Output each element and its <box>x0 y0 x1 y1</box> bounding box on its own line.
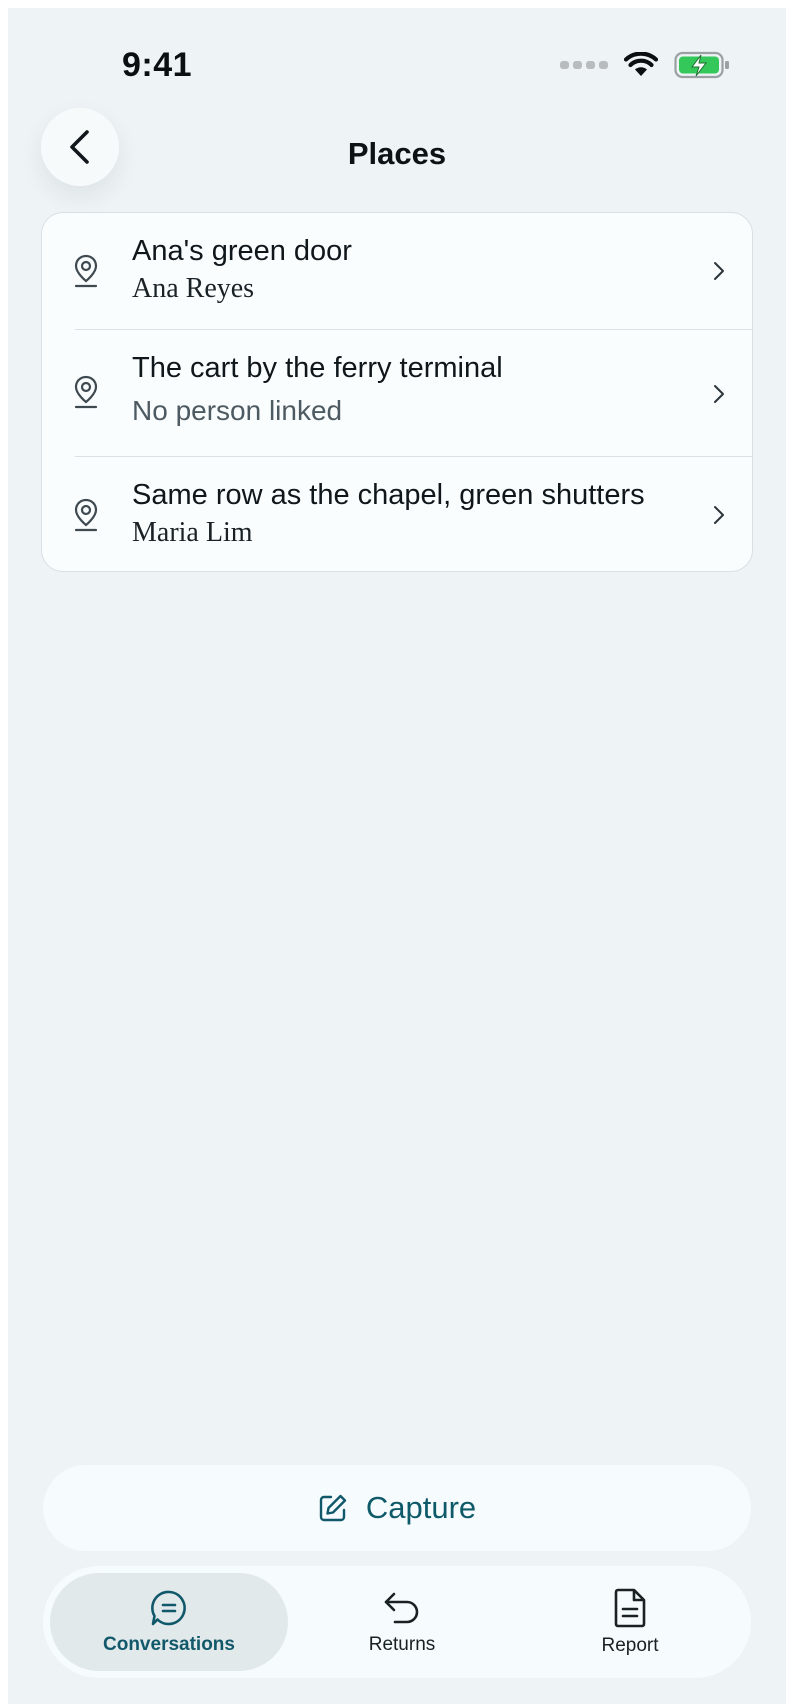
tab-report[interactable]: Report <box>516 1573 744 1671</box>
chevron-right-icon <box>714 385 724 403</box>
tab-returns[interactable]: Returns <box>288 1573 516 1671</box>
wifi-icon <box>624 52 658 76</box>
place-row[interactable]: Ana's green door Ana Reyes <box>42 213 752 329</box>
cellular-signal-icon <box>560 61 608 69</box>
battery-charging-icon <box>674 51 729 79</box>
map-pin-icon <box>74 498 98 532</box>
place-title: Same row as the chapel, green shutters <box>132 479 645 511</box>
app-screen: 9:41 Places Ana's green door Ana Reyes T… <box>8 8 786 1704</box>
tab-bar: Conversations Returns Report <box>43 1566 751 1678</box>
chat-bubble-icon <box>151 1590 186 1626</box>
place-row[interactable]: Same row as the chapel, green shutters M… <box>42 457 752 571</box>
place-linked-person: Ana Reyes <box>132 273 255 304</box>
map-pin-icon <box>74 375 98 409</box>
map-pin-icon <box>74 254 98 288</box>
edit-icon <box>319 1494 347 1522</box>
place-no-person-text: No person linked <box>132 395 343 426</box>
document-icon <box>614 1588 646 1628</box>
page-title: Places <box>347 136 447 171</box>
place-linked-person: Maria Lim <box>132 517 253 548</box>
tab-label: Returns <box>368 1634 436 1655</box>
return-arrow-icon <box>384 1592 419 1624</box>
chevron-right-icon <box>714 262 724 280</box>
status-time: 9:41 <box>122 46 193 84</box>
tab-label: Conversations <box>103 1634 235 1655</box>
capture-button[interactable]: Capture <box>43 1465 751 1551</box>
capture-label: Capture <box>365 1490 477 1525</box>
place-row[interactable]: The cart by the ferry terminal No person… <box>42 330 752 456</box>
place-title: The cart by the ferry terminal <box>132 352 503 384</box>
tab-label: Report <box>601 1635 659 1656</box>
places-list: Ana's green door Ana Reyes The cart by t… <box>41 212 753 572</box>
chevron-right-icon <box>714 506 724 524</box>
tab-conversations[interactable]: Conversations <box>50 1573 288 1671</box>
place-title: Ana's green door <box>132 235 352 267</box>
status-indicators <box>560 48 730 82</box>
